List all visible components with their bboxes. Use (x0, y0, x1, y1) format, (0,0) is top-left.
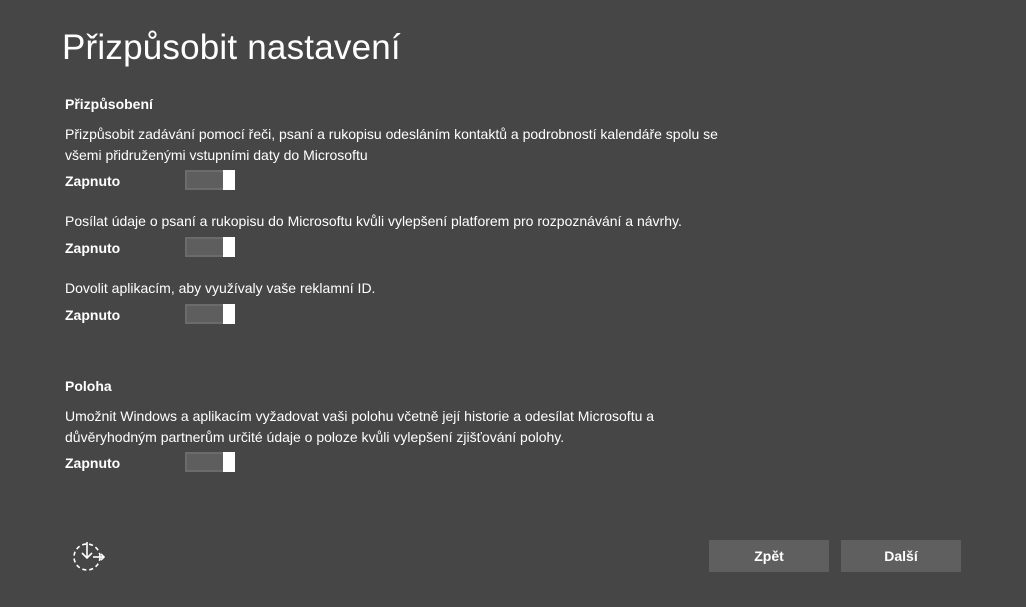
toggle-thumb (223, 237, 235, 257)
toggle-state-label: Zapnuto (65, 307, 121, 323)
toggle-thumb (223, 170, 235, 190)
toggle-state-label: Zapnuto (65, 173, 121, 189)
setting-description-speech-inking: Přizpůsobit zadávání pomocí řeči, psaní … (65, 126, 718, 163)
toggle-typing-data[interactable] (185, 237, 235, 257)
setting-row-typing-data: Zapnuto (65, 237, 265, 259)
toggle-state-label: Zapnuto (65, 455, 121, 471)
next-button[interactable]: Další (841, 540, 961, 572)
back-button[interactable]: Zpět (709, 540, 829, 572)
section-heading-personalization: Přizpůsobení (65, 96, 153, 112)
setting-row-advertising-id: Zapnuto (65, 304, 265, 326)
section-heading-location: Poloha (65, 378, 112, 394)
toggle-location[interactable] (185, 452, 235, 472)
toggle-thumb (223, 452, 235, 472)
toggle-state-label: Zapnuto (65, 240, 121, 256)
setting-description-typing-data: Posílat údaje o psaní a rukopisu do Micr… (65, 213, 682, 229)
setting-description-location: Umožnit Windows a aplikacím vyžadovat va… (65, 408, 655, 445)
setting-row-speech-inking: Zapnuto (65, 170, 265, 192)
ease-of-access-icon[interactable] (70, 539, 106, 573)
toggle-advertising-id[interactable] (185, 304, 235, 324)
setting-row-location: Zapnuto (65, 452, 265, 474)
setting-description-advertising-id: Dovolit aplikacím, aby využívaly vaše re… (65, 280, 376, 296)
toggle-thumb (223, 304, 235, 324)
toggle-speech-inking[interactable] (185, 170, 235, 190)
page-title: Přizpůsobit nastavení (62, 28, 401, 67)
